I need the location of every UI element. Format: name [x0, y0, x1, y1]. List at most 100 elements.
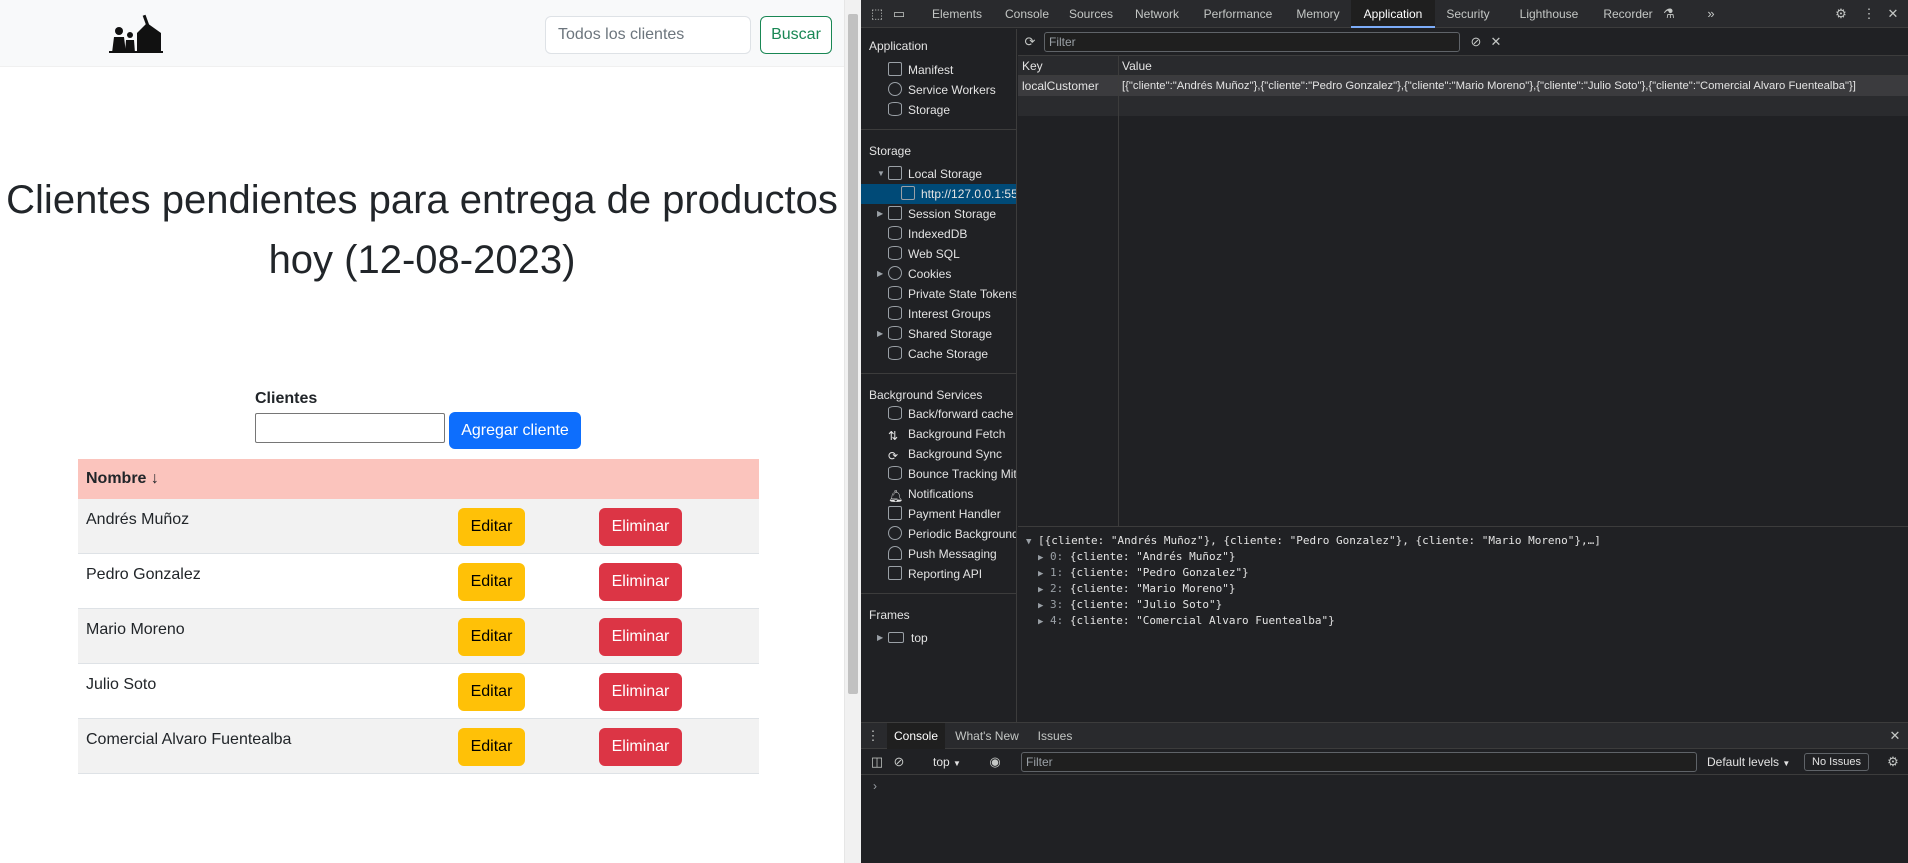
clear-console-icon[interactable]: ⊘	[891, 754, 907, 770]
sidebar-item-local-origin[interactable]: http://127.0.0.1:55	[861, 184, 1016, 204]
console-prompt[interactable]: ›	[873, 779, 877, 793]
collapsed-arrow-icon[interactable]: ▶	[1038, 550, 1050, 566]
sidebar-item-cookies[interactable]: ▶ Cookies	[861, 264, 1016, 284]
sidebar-item-push-messaging[interactable]: Push Messaging	[861, 544, 1016, 564]
sidebar-item-interest-groups[interactable]: Interest Groups	[861, 304, 1016, 324]
preview-item[interactable]: ▶ 4: {cliente: "Comercial Alvaro Fuenteal…	[1038, 613, 1335, 629]
clear-all-icon[interactable]: ⊘	[1468, 34, 1484, 50]
drawer-tab-console[interactable]: Console	[887, 723, 945, 749]
tab-sources[interactable]: Sources	[1059, 0, 1123, 28]
delete-button[interactable]: Eliminar	[599, 563, 682, 601]
sidebar-item-shared-storage[interactable]: ▶ Shared Storage	[861, 324, 1016, 344]
collapsed-arrow-icon[interactable]: ▶	[1038, 566, 1050, 582]
sidebar-toggle-icon[interactable]: ◫	[869, 754, 885, 770]
tab-application[interactable]: Application	[1351, 0, 1435, 28]
sidebar-item-back-forward-cache[interactable]: Back/forward cache	[861, 404, 1016, 424]
search-input[interactable]	[545, 16, 751, 54]
sidebar-item-notifications[interactable]: 🔔︎ Notifications	[861, 484, 1016, 504]
column-header-key[interactable]: Key	[1022, 56, 1043, 76]
sidebar-item-reporting-api[interactable]: Reporting API	[861, 564, 1016, 584]
eye-icon[interactable]: ◉	[987, 754, 1003, 770]
more-tabs-icon[interactable]: »	[1703, 6, 1719, 22]
edit-button[interactable]: Editar	[458, 673, 525, 711]
tab-console[interactable]: Console	[995, 0, 1059, 28]
tab-performance[interactable]: Performance	[1191, 0, 1285, 28]
add-client-button[interactable]: Agregar cliente	[449, 412, 581, 449]
sidebar-item-background-sync[interactable]: ⟳ Background Sync	[861, 444, 1016, 464]
storage-row-empty[interactable]	[1018, 96, 1908, 116]
delete-button[interactable]: Eliminar	[599, 673, 682, 711]
tab-lighthouse[interactable]: Lighthouse	[1509, 0, 1589, 28]
drawer-tab-whats-new[interactable]: What's New	[949, 723, 1025, 749]
tab-elements[interactable]: Elements	[919, 0, 995, 28]
sidebar-item-cache-storage[interactable]: Cache Storage	[861, 344, 1016, 364]
console-settings-gear-icon[interactable]: ⚙	[1885, 754, 1901, 770]
device-toolbar-icon[interactable]: ▭	[891, 6, 907, 22]
table-header-name[interactable]: Nombre ↓	[78, 459, 759, 499]
edit-button[interactable]: Editar	[458, 508, 525, 546]
page-scrollbar-thumb[interactable]	[848, 14, 858, 694]
delete-selected-icon[interactable]: ✕	[1488, 34, 1504, 50]
collapsed-arrow-icon[interactable]: ▶	[877, 204, 883, 224]
sidebar-item-storage[interactable]: Storage	[861, 100, 1016, 120]
sidebar-item-periodic-background[interactable]: Periodic Background	[861, 524, 1016, 544]
close-devtools-icon[interactable]: ✕	[1885, 6, 1901, 22]
sidebar-item-bounce-tracking[interactable]: Bounce Tracking Mit	[861, 464, 1016, 484]
preview-item[interactable]: ▶ 3: {cliente: "Julio Soto"}	[1038, 597, 1222, 613]
tab-security[interactable]: Security	[1435, 0, 1501, 28]
preview-item[interactable]: ▶ 1: {cliente: "Pedro Gonzalez"}	[1038, 565, 1249, 581]
sidebar-divider	[861, 593, 1016, 594]
context-selector[interactable]: top ▼	[933, 749, 961, 775]
preview-item[interactable]: ▶ 0: {cliente: "Andrés Muñoz"}	[1038, 549, 1235, 565]
issues-counter[interactable]: No Issues	[1804, 753, 1869, 771]
drawer-tab-issues[interactable]: Issues	[1027, 723, 1083, 749]
sidebar-item-payment-handler[interactable]: Payment Handler	[861, 504, 1016, 524]
delete-button[interactable]: Eliminar	[599, 618, 682, 656]
preview-item[interactable]: ▶ 2: {cliente: "Mario Moreno"}	[1038, 581, 1235, 597]
tab-recorder[interactable]: Recorder	[1595, 0, 1661, 28]
expanded-arrow-icon[interactable]: ▼	[1026, 534, 1038, 550]
delete-button[interactable]: Eliminar	[599, 728, 682, 766]
name-column-header[interactable]: Nombre ↓	[86, 470, 159, 488]
preview-summary[interactable]: ▼ [{cliente: "Andrés Muñoz"}, {cliente: "…	[1026, 533, 1601, 549]
collapsed-arrow-icon[interactable]: ▶	[1038, 582, 1050, 598]
collapsed-arrow-icon[interactable]: ▶	[877, 628, 883, 648]
delete-button[interactable]: Eliminar	[599, 508, 682, 546]
edit-button[interactable]: Editar	[458, 618, 525, 656]
edit-button[interactable]: Editar	[458, 728, 525, 766]
sidebar-item-service-workers[interactable]: Service Workers	[861, 80, 1016, 100]
collapsed-arrow-icon[interactable]: ▶	[877, 264, 883, 284]
client-name-input[interactable]	[255, 413, 445, 443]
sidebar-item-background-fetch[interactable]: ⇅ Background Fetch	[861, 424, 1016, 444]
drawer-menu-icon[interactable]: ⋮	[865, 728, 881, 744]
collapsed-arrow-icon[interactable]: ▶	[877, 324, 883, 344]
sidebar-item-local-storage[interactable]: ▼ Local Storage	[861, 164, 1016, 184]
edit-button[interactable]: Editar	[458, 563, 525, 601]
sidebar-item-frame-top[interactable]: ▶ top	[861, 628, 1016, 648]
kebab-menu-icon[interactable]: ⋮	[1861, 6, 1877, 22]
storage-entry-value[interactable]: [{"cliente":"Andrés Muñoz"},{"cliente":"…	[1122, 76, 1902, 96]
sidebar-item-web-sql[interactable]: Web SQL	[861, 244, 1016, 264]
close-drawer-icon[interactable]: ✕	[1887, 728, 1903, 744]
storage-filter-input[interactable]	[1044, 32, 1460, 52]
column-header-value[interactable]: Value	[1122, 56, 1152, 76]
console-filter-input[interactable]	[1021, 752, 1697, 772]
sidebar-item-indexeddb[interactable]: IndexedDB	[861, 224, 1016, 244]
tab-network[interactable]: Network	[1123, 0, 1191, 28]
refresh-icon[interactable]: ⟳	[1022, 34, 1038, 50]
sidebar-item-private-state-tokens[interactable]: Private State Tokens	[861, 284, 1016, 304]
collapsed-arrow-icon[interactable]: ▶	[1038, 598, 1050, 614]
search-button[interactable]: Buscar	[760, 16, 832, 54]
sidebar-item-manifest[interactable]: Manifest	[861, 60, 1016, 80]
sidebar-item-session-storage[interactable]: ▶ Session Storage	[861, 204, 1016, 224]
column-separator[interactable]	[1118, 56, 1119, 526]
settings-gear-icon[interactable]: ⚙	[1833, 6, 1849, 22]
tab-memory[interactable]: Memory	[1285, 0, 1351, 28]
collapsed-arrow-icon[interactable]: ▶	[1038, 614, 1050, 630]
log-levels-dropdown[interactable]: Default levels ▼	[1707, 749, 1790, 775]
storage-entry-key[interactable]: localCustomer	[1022, 76, 1099, 96]
logo-icon[interactable]	[105, 13, 165, 55]
page-scrollbar[interactable]	[844, 0, 861, 863]
inspect-element-icon[interactable]: ⬚	[869, 6, 885, 22]
expanded-arrow-icon[interactable]: ▼	[877, 164, 885, 184]
